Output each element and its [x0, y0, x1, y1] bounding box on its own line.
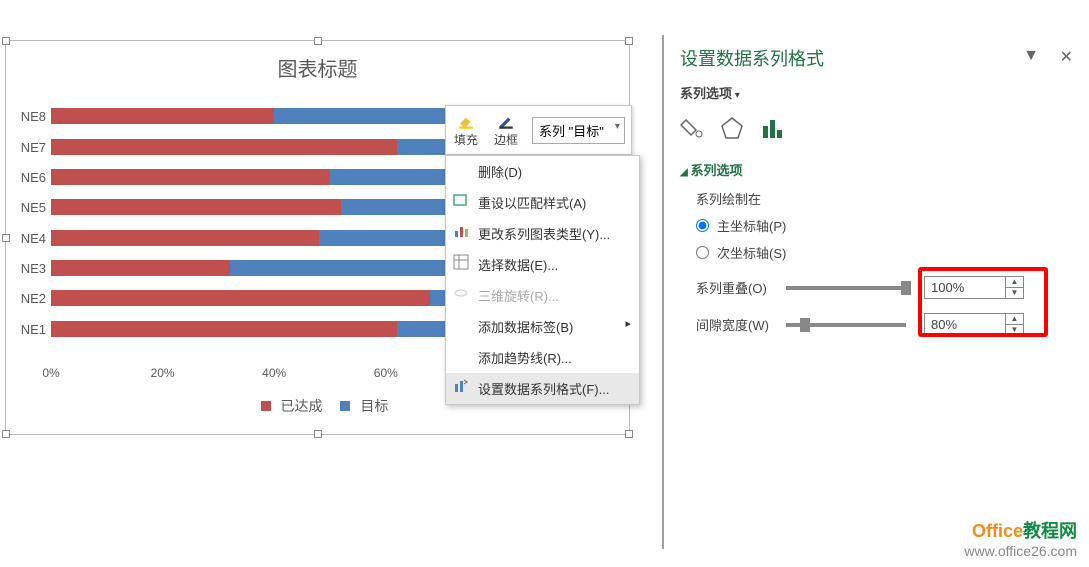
rotate-3d-icon: [453, 285, 469, 301]
x-tick: 40%: [262, 366, 286, 380]
gap-slider[interactable]: [786, 323, 906, 327]
ctx-delete[interactable]: 删除(D): [446, 156, 639, 187]
ctx-label: 三维旋转(R)...: [478, 289, 559, 304]
category-label: NE4: [11, 231, 46, 246]
bar-achieved[interactable]: [51, 321, 397, 337]
radio-label: 主坐标轴(P): [717, 216, 786, 235]
paint-bucket-icon: [456, 113, 476, 131]
select-data-icon: [453, 254, 469, 270]
pane-options-button[interactable]: ▼: [1023, 47, 1039, 65]
pen-icon: [496, 113, 516, 131]
category-label: NE3: [11, 261, 46, 276]
fill-line-icon[interactable]: [680, 116, 704, 140]
resize-handle[interactable]: [625, 430, 633, 438]
fill-label: 填充: [454, 131, 478, 148]
wm-brand-cn: 教程网: [1023, 521, 1077, 541]
ctx-change-chart-type[interactable]: 更改系列图表类型(Y)...: [446, 218, 639, 249]
ctx-label: 删除(D): [478, 165, 522, 180]
plot-on-label: 系列绘制在: [696, 189, 1069, 208]
ctx-format-data-series[interactable]: 设置数据系列格式(F)...: [446, 373, 639, 404]
x-tick: 0%: [42, 366, 59, 380]
series-options-icon[interactable]: [760, 116, 784, 140]
bar-achieved[interactable]: [51, 108, 274, 124]
outline-button[interactable]: 边框: [486, 109, 526, 152]
resize-handle[interactable]: [625, 37, 633, 45]
ctx-label: 更改系列图表类型(Y)...: [478, 227, 610, 242]
legend-label: 目标: [360, 398, 388, 414]
category-label: NE6: [11, 170, 46, 185]
bar-achieved[interactable]: [51, 139, 397, 155]
ctx-label: 重设以匹配样式(A): [478, 196, 586, 211]
bar-achieved[interactable]: [51, 230, 319, 246]
gap-width-label: 间隙宽度(W): [696, 315, 786, 334]
ctx-3d-rotation: 三维旋转(R)...: [446, 280, 639, 311]
category-label: NE5: [11, 200, 46, 215]
category-label: NE8: [11, 109, 46, 124]
resize-handle[interactable]: [314, 430, 322, 438]
radio-input[interactable]: [696, 246, 709, 259]
pane-title: 设置数据系列格式: [680, 45, 1069, 71]
ctx-reset-style[interactable]: 重设以匹配样式(A): [446, 187, 639, 218]
pane-subtitle[interactable]: 系列选项: [680, 83, 1069, 102]
x-tick: 60%: [374, 366, 398, 380]
legend-label: 已达成: [281, 398, 323, 414]
highlight-box: [918, 267, 1048, 337]
overlap-label: 系列重叠(O): [696, 278, 786, 297]
resize-handle[interactable]: [2, 37, 10, 45]
x-tick: 20%: [151, 366, 175, 380]
pane-close-button[interactable]: ✕: [1060, 47, 1073, 67]
wm-url: www.office26.com: [964, 543, 1077, 559]
chart-type-icon: [453, 223, 469, 239]
bar-achieved[interactable]: [51, 260, 230, 276]
pane-category-icons: [680, 116, 1069, 140]
outline-label: 边框: [494, 131, 518, 148]
series-dropdown[interactable]: 系列 "目标": [532, 117, 625, 144]
resize-handle[interactable]: [314, 37, 322, 45]
context-menu: 删除(D) 重设以匹配样式(A) 更改系列图表类型(Y)... 选择数据(E).…: [445, 155, 640, 405]
wm-brand: Office: [972, 521, 1023, 541]
bar-achieved[interactable]: [51, 290, 430, 306]
ctx-add-data-labels[interactable]: 添加数据标签(B): [446, 311, 639, 342]
category-label: NE7: [11, 140, 46, 155]
chart-title[interactable]: 图表标题: [6, 41, 629, 82]
overlap-slider[interactable]: [786, 286, 906, 290]
reset-icon: [453, 192, 469, 208]
fill-button[interactable]: 填充: [446, 109, 486, 152]
format-series-icon: [453, 378, 469, 394]
legend-swatch: [340, 401, 350, 411]
radio-label: 次坐标轴(S): [717, 243, 786, 262]
bar-achieved[interactable]: [51, 169, 330, 185]
ctx-label: 添加数据标签(B): [478, 320, 573, 335]
panel-divider[interactable]: [662, 35, 664, 549]
format-pane: 设置数据系列格式 ▼ ✕ 系列选项 系列选项 系列绘制在 主坐标轴(P) 次坐标…: [680, 45, 1069, 547]
group-header[interactable]: 系列选项: [680, 160, 1069, 179]
effects-icon[interactable]: [720, 116, 744, 140]
ctx-select-data[interactable]: 选择数据(E)...: [446, 249, 639, 280]
primary-axis-radio[interactable]: 主坐标轴(P): [696, 216, 1069, 235]
mini-toolbar: 填充 边框 系列 "目标": [445, 105, 632, 155]
secondary-axis-radio[interactable]: 次坐标轴(S): [696, 243, 1069, 262]
watermark: Office教程网 www.office26.com: [964, 517, 1077, 559]
category-label: NE1: [11, 322, 46, 337]
ctx-add-trendline[interactable]: 添加趋势线(R)...: [446, 342, 639, 373]
ctx-label: 添加趋势线(R)...: [478, 351, 572, 366]
series-dd-label: 系列 "目标": [539, 124, 604, 139]
resize-handle[interactable]: [2, 234, 10, 242]
ctx-label: 设置数据系列格式(F)...: [478, 382, 609, 397]
radio-input[interactable]: [696, 219, 709, 232]
ctx-label: 选择数据(E)...: [478, 258, 558, 273]
legend-swatch: [261, 401, 271, 411]
category-label: NE2: [11, 291, 46, 306]
resize-handle[interactable]: [2, 430, 10, 438]
bar-achieved[interactable]: [51, 199, 341, 215]
